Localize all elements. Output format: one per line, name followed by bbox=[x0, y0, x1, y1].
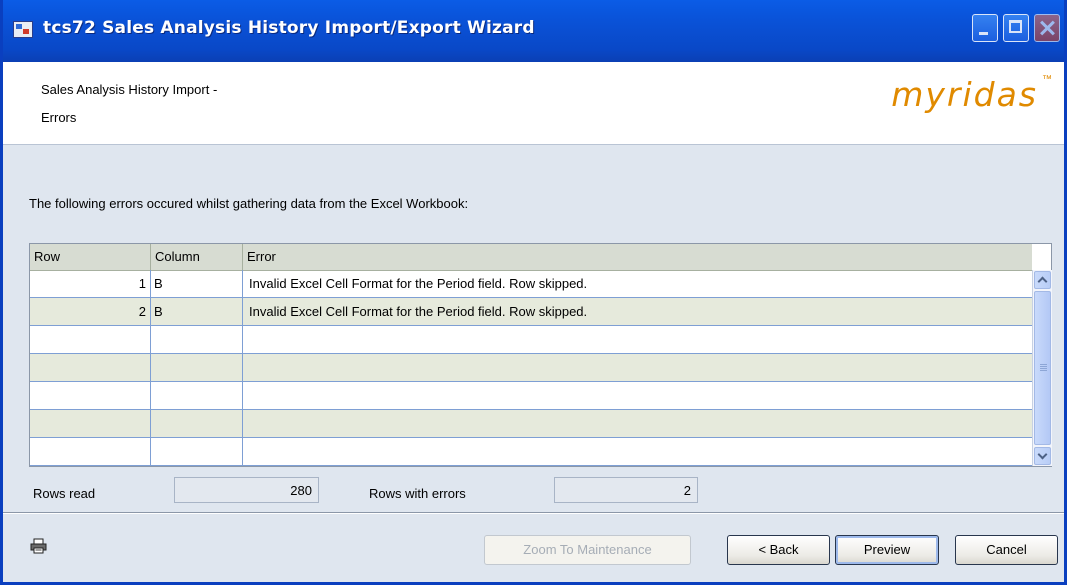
wizard-header: Sales Analysis History Import - Errors m… bbox=[3, 62, 1064, 145]
cell-column bbox=[151, 410, 243, 437]
footer-divider bbox=[3, 512, 1064, 514]
grid-rows: 1 B Invalid Excel Cell Format for the Pe… bbox=[30, 270, 1032, 466]
cancel-button[interactable]: Cancel bbox=[955, 535, 1058, 565]
intro-text: The following errors occured whilst gath… bbox=[29, 196, 469, 211]
cell-row-number bbox=[30, 326, 151, 353]
page-heading: Sales Analysis History Import - bbox=[41, 82, 218, 97]
printer-icon[interactable] bbox=[30, 538, 47, 554]
table-row[interactable] bbox=[30, 438, 1032, 466]
rows-read-label: Rows read bbox=[33, 486, 96, 501]
column-header-row[interactable]: Row bbox=[30, 244, 151, 270]
cell-row-number: 1 bbox=[30, 270, 151, 297]
cell-error bbox=[243, 382, 1032, 409]
column-header-error[interactable]: Error bbox=[243, 244, 1032, 270]
title-bar[interactable]: tcs72 Sales Analysis History Import/Expo… bbox=[3, 0, 1064, 62]
scroll-thumb[interactable] bbox=[1034, 291, 1051, 445]
cell-row-number: 2 bbox=[30, 298, 151, 325]
window-title: tcs72 Sales Analysis History Import/Expo… bbox=[43, 18, 535, 38]
rows-read-value: 280 bbox=[174, 477, 319, 503]
page-subheading: Errors bbox=[41, 110, 77, 125]
cell-column bbox=[151, 382, 243, 409]
cell-column: B bbox=[151, 270, 243, 297]
table-row[interactable] bbox=[30, 410, 1032, 438]
errors-grid: Row Column Error 1 B Invalid Excel Cell … bbox=[29, 243, 1052, 467]
grip-icon bbox=[1040, 364, 1047, 371]
myridas-logo: myridas bbox=[891, 75, 1038, 114]
scroll-down-arrow-icon[interactable] bbox=[1034, 447, 1051, 465]
grid-header: Row Column Error bbox=[30, 244, 1032, 271]
minimize-button[interactable] bbox=[972, 14, 998, 42]
cell-row-number bbox=[30, 410, 151, 437]
cell-error bbox=[243, 410, 1032, 437]
cell-row-number bbox=[30, 354, 151, 381]
back-button[interactable]: < Back bbox=[727, 535, 830, 565]
cell-column bbox=[151, 438, 243, 465]
trademark-symbol: ™ bbox=[1042, 74, 1052, 85]
cell-row-number bbox=[30, 438, 151, 465]
table-row[interactable] bbox=[30, 326, 1032, 354]
preview-button[interactable]: Preview bbox=[835, 535, 939, 565]
table-row[interactable]: 2 B Invalid Excel Cell Format for the Pe… bbox=[30, 298, 1032, 326]
scroll-up-arrow-icon[interactable] bbox=[1034, 271, 1051, 289]
table-row[interactable] bbox=[30, 382, 1032, 410]
cell-error bbox=[243, 438, 1032, 465]
cell-error: Invalid Excel Cell Format for the Period… bbox=[249, 276, 588, 291]
cell-column bbox=[151, 354, 243, 381]
rows-with-errors-label: Rows with errors bbox=[369, 486, 466, 501]
cell-error: Invalid Excel Cell Format for the Period… bbox=[249, 304, 588, 319]
cell-column bbox=[151, 326, 243, 353]
cell-row-number bbox=[30, 382, 151, 409]
zoom-to-maintenance-button[interactable]: Zoom To Maintenance bbox=[484, 535, 691, 565]
cell-error bbox=[243, 354, 1032, 381]
wizard-window: tcs72 Sales Analysis History Import/Expo… bbox=[0, 0, 1067, 585]
close-button[interactable] bbox=[1034, 14, 1060, 42]
column-header-column[interactable]: Column bbox=[151, 244, 243, 270]
rows-with-errors-value: 2 bbox=[554, 477, 698, 503]
cell-error bbox=[243, 326, 1032, 353]
maximize-button[interactable] bbox=[1003, 14, 1029, 42]
table-row[interactable] bbox=[30, 354, 1032, 382]
cell-column: B bbox=[151, 298, 243, 325]
app-icon bbox=[13, 21, 33, 38]
vertical-scrollbar[interactable] bbox=[1032, 270, 1052, 466]
table-row[interactable]: 1 B Invalid Excel Cell Format for the Pe… bbox=[30, 270, 1032, 298]
